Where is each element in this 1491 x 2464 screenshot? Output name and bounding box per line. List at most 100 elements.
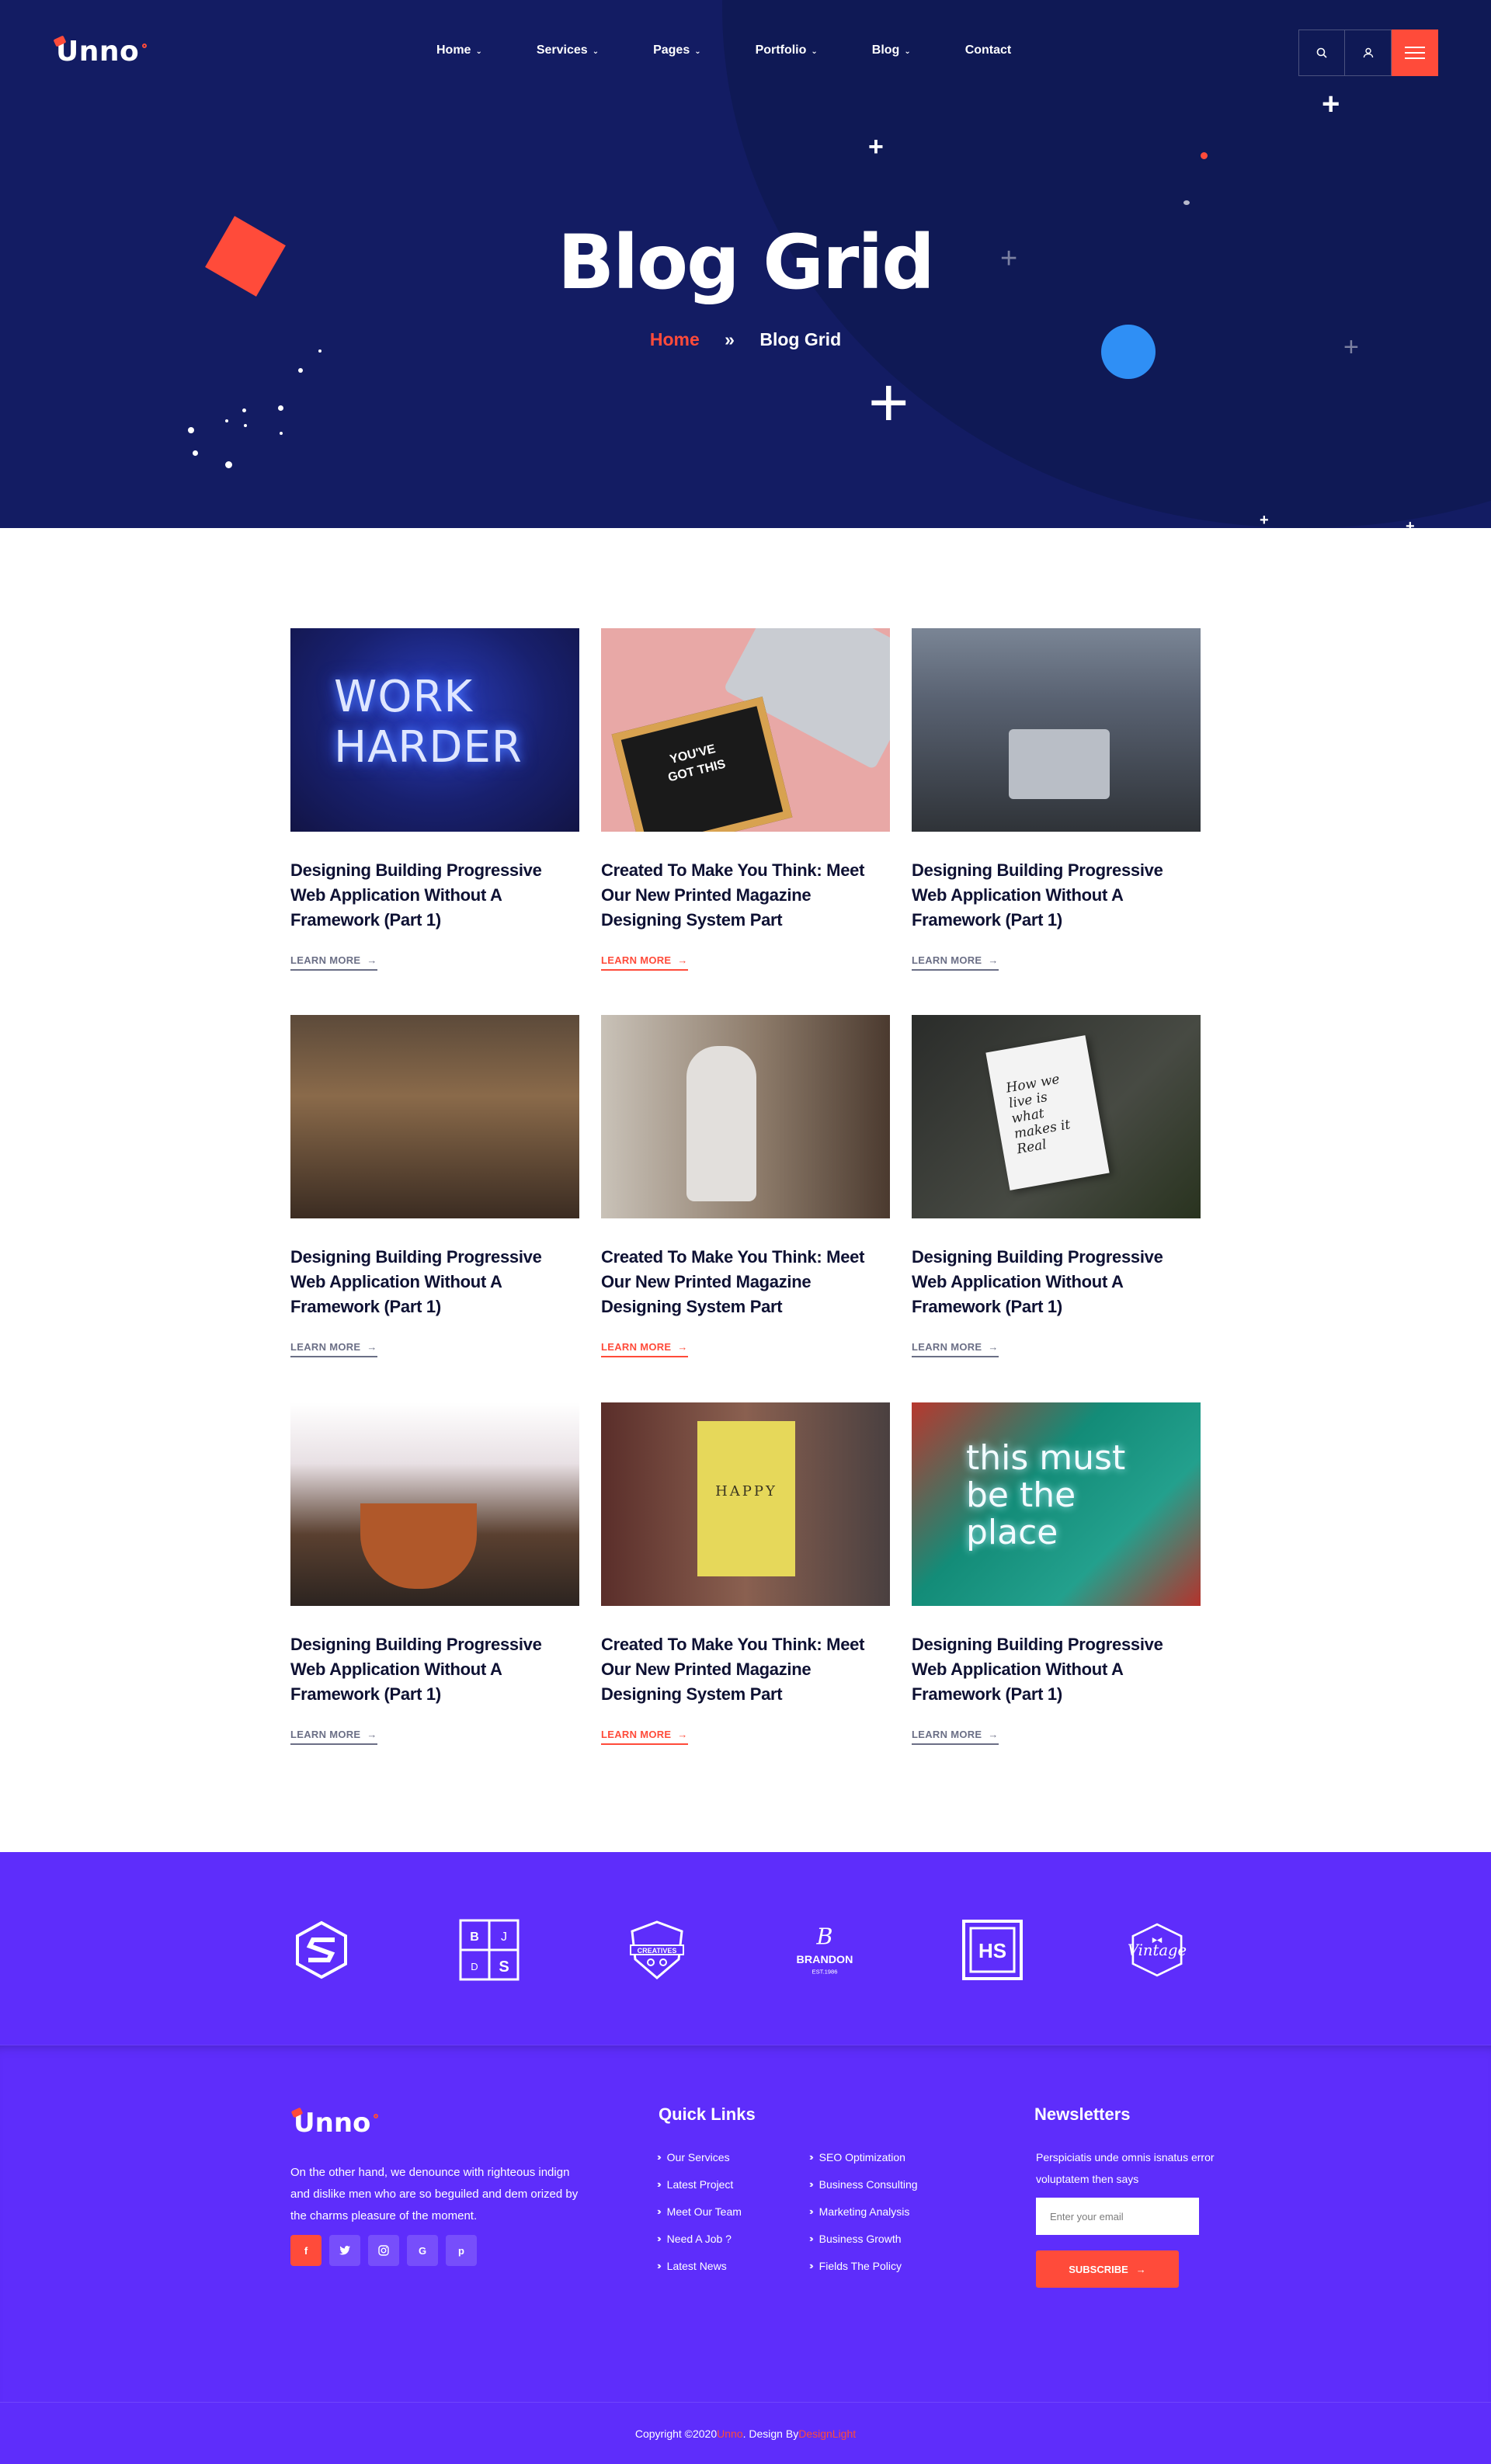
- breadcrumb-current: Blog Grid: [759, 329, 842, 349]
- post-title[interactable]: Designing Building Progressive Web Appli…: [912, 858, 1201, 933]
- post-thumbnail[interactable]: [601, 1015, 890, 1218]
- post-title[interactable]: Created To Make You Think: Meet Our New …: [601, 1632, 890, 1707]
- post-thumbnail[interactable]: HAPPY: [601, 1402, 890, 1606]
- learn-more-link[interactable]: LEARN MORE →: [290, 1341, 377, 1357]
- copyright-brand-link[interactable]: Unno: [717, 2428, 742, 2440]
- footer-about-text: On the other hand, we denounce with righ…: [290, 2166, 579, 2222]
- post-title[interactable]: Designing Building Progressive Web Appli…: [290, 858, 579, 933]
- blog-card: Designing Building Progressive Web Appli…: [290, 1402, 579, 1745]
- breadcrumb: Home » Blog Grid: [0, 329, 1491, 350]
- quick-links-col-2: ›› SEO Optimization ›› Business Consulting…: [809, 2143, 918, 2279]
- post-thumbnail[interactable]: [290, 1402, 579, 1606]
- post-title[interactable]: Designing Building Progressive Web Appli…: [912, 1632, 1201, 1707]
- dot-decoration: [225, 419, 228, 422]
- hs-logo-icon: HS: [961, 1919, 1024, 1981]
- account-button[interactable]: [1345, 30, 1392, 76]
- learn-more-link[interactable]: LEARN MORE →: [601, 1341, 688, 1357]
- post-title[interactable]: Created To Make You Think: Meet Our New …: [601, 858, 890, 933]
- neon-sign-text: WORK HARDER: [334, 672, 523, 773]
- newsletter-heading: Newsletters: [1034, 2104, 1131, 2124]
- footer-link[interactable]: ›› Our Services: [657, 2143, 742, 2170]
- google-icon[interactable]: G: [407, 2235, 438, 2266]
- post-thumbnail[interactable]: [290, 1015, 579, 1218]
- twitter-icon[interactable]: [329, 2235, 360, 2266]
- double-chevron-icon: ››: [657, 2205, 661, 2217]
- learn-more-link[interactable]: LEARN MORE →: [601, 1729, 688, 1745]
- double-chevron-icon: ››: [657, 2260, 661, 2271]
- post-title[interactable]: Designing Building Progressive Web Appli…: [290, 1245, 579, 1319]
- chevron-down-icon: ⌄: [694, 47, 701, 56]
- nav-services[interactable]: Services ⌄: [537, 43, 599, 57]
- learn-more-link[interactable]: LEARN MORE →: [912, 1729, 999, 1745]
- dot-decoration: [1183, 200, 1190, 205]
- post-title[interactable]: Created To Make You Think: Meet Our New …: [601, 1245, 890, 1319]
- subscribe-button[interactable]: SUBSCRIBE →: [1036, 2250, 1179, 2288]
- breadcrumb-separator-icon: »: [725, 329, 735, 349]
- site-footer: Unno On the other hand, we denounce with…: [0, 2045, 1491, 2402]
- designer-link[interactable]: DesignLight: [798, 2428, 856, 2440]
- hero-banner: + + + + + + + Unno Home ⌄ Services ⌄ Pages…: [0, 0, 1491, 528]
- blog-card: How we live is what makes it Real Design…: [912, 1015, 1201, 1357]
- main-nav: Home ⌄ Services ⌄ Pages ⌄ Portfolio ⌄ Blog ⌄ …: [436, 43, 1065, 57]
- post-thumbnail[interactable]: WORK HARDER: [290, 628, 579, 832]
- learn-more-link[interactable]: LEARN MORE →: [912, 1341, 999, 1357]
- breadcrumb-home-link[interactable]: Home: [650, 329, 700, 349]
- arrow-right-icon: →: [988, 1341, 999, 1353]
- blog-card: Designing Building Progressive Web Appli…: [912, 628, 1201, 971]
- site-logo[interactable]: Unno: [53, 35, 148, 68]
- svg-text:BRANDON: BRANDON: [797, 1954, 853, 1966]
- double-chevron-icon: ››: [657, 2178, 661, 2190]
- svg-text:S: S: [499, 1958, 509, 1976]
- footer-logo[interactable]: Unno: [290, 2107, 379, 2139]
- footer-link[interactable]: ›› Latest News: [657, 2252, 742, 2279]
- post-thumbnail[interactable]: How we live is what makes it Real: [912, 1015, 1201, 1218]
- search-button[interactable]: [1298, 30, 1345, 76]
- email-field[interactable]: [1036, 2198, 1199, 2235]
- user-icon: [1363, 47, 1373, 58]
- pinterest-icon[interactable]: p: [446, 2235, 477, 2266]
- nav-blog[interactable]: Blog ⌄: [872, 43, 911, 57]
- plus-decoration: +: [1406, 518, 1415, 528]
- letterboard-text: YOU'VE GOT THIS: [666, 742, 728, 785]
- instagram-icon[interactable]: [368, 2235, 399, 2266]
- svg-text:B: B: [470, 1931, 479, 1944]
- social-links: f G p: [290, 2235, 477, 2266]
- nav-portfolio[interactable]: Portfolio ⌄: [756, 43, 818, 57]
- svg-text:Vintage: Vintage: [1128, 1941, 1187, 1959]
- footer-link[interactable]: ›› Need A Job ?: [657, 2225, 742, 2252]
- creatives-logo-icon: CREATIVES: [626, 1919, 688, 1981]
- logo-dot-icon: [142, 43, 148, 48]
- svg-text:D: D: [471, 1961, 478, 1972]
- page-title: Blog Grid: [558, 219, 935, 306]
- paper-shape: How we live is what makes it Real: [985, 1035, 1110, 1190]
- blog-card: YOU'VE GOT THIS Created To Make You Thin…: [601, 628, 890, 971]
- footer-link[interactable]: ›› Marketing Analysis: [809, 2198, 918, 2225]
- chevron-down-icon: ⌄: [904, 47, 911, 56]
- post-title[interactable]: Designing Building Progressive Web Appli…: [290, 1632, 579, 1707]
- footer-link[interactable]: ›› Meet Our Team: [657, 2198, 742, 2225]
- post-thumbnail[interactable]: YOU'VE GOT THIS: [601, 628, 890, 832]
- learn-more-link[interactable]: LEARN MORE →: [290, 954, 377, 971]
- nav-pages[interactable]: Pages ⌄: [653, 43, 701, 57]
- post-title[interactable]: Designing Building Progressive Web Appli…: [912, 1245, 1201, 1319]
- svg-text:EST.1986: EST.1986: [812, 1968, 838, 1975]
- learn-more-link[interactable]: LEARN MORE →: [912, 954, 999, 971]
- learn-more-link[interactable]: LEARN MORE →: [290, 1729, 377, 1745]
- chevron-down-icon: ⌄: [592, 47, 600, 56]
- arrow-right-icon: →: [677, 954, 688, 966]
- post-thumbnail[interactable]: this must be the place: [912, 1402, 1201, 1606]
- post-thumbnail[interactable]: [912, 628, 1201, 832]
- footer-link[interactable]: ›› Fields The Policy: [809, 2252, 918, 2279]
- learn-more-link[interactable]: LEARN MORE →: [601, 954, 688, 971]
- svg-text:J: J: [501, 1931, 507, 1944]
- footer-link[interactable]: ›› SEO Optimization: [809, 2143, 918, 2170]
- logo-dot-icon: [374, 2114, 379, 2118]
- nav-contact[interactable]: Contact: [965, 43, 1012, 57]
- menu-button[interactable]: [1392, 30, 1438, 76]
- footer-link[interactable]: ›› Business Growth: [809, 2225, 918, 2252]
- footer-link[interactable]: ›› Latest Project: [657, 2170, 742, 2198]
- nav-home[interactable]: Home ⌄: [436, 43, 482, 57]
- footer-link[interactable]: ›› Business Consulting: [809, 2170, 918, 2198]
- facebook-icon[interactable]: f: [290, 2235, 321, 2266]
- person-shape: [686, 1046, 756, 1201]
